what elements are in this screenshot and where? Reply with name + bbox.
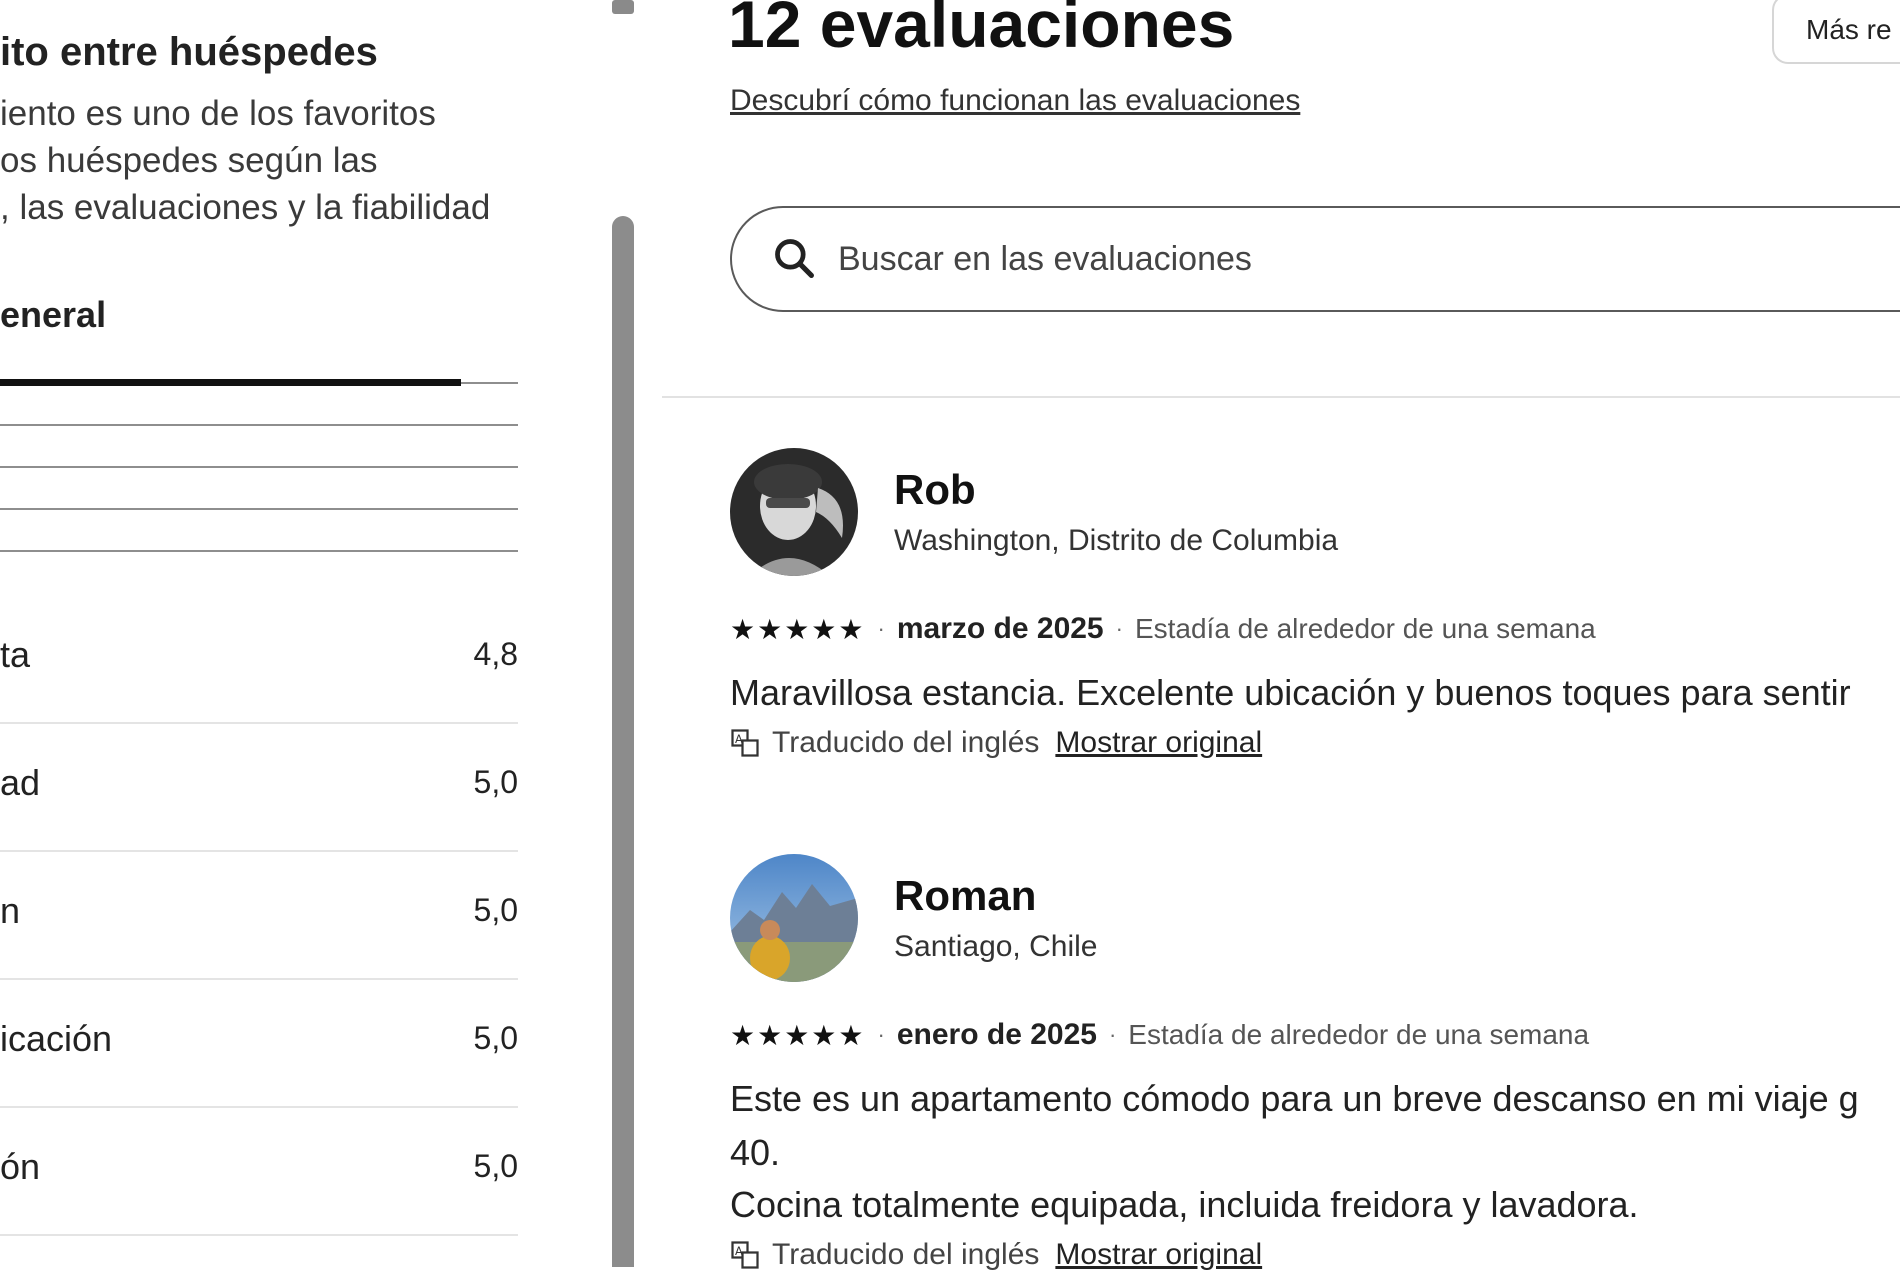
section-divider: [662, 396, 1900, 398]
reviews-count-title: 12 evaluaciones: [728, 0, 1235, 61]
category-score: 5,0: [473, 1020, 518, 1056]
ratings-panel: ito entre huéspedes iento es uno de los …: [0, 0, 560, 1267]
avatar-image: [730, 448, 858, 576]
category-row: icación 5,0: [0, 978, 518, 1108]
star-rating: ★★★★★: [730, 613, 866, 645]
avatar[interactable]: [730, 854, 858, 982]
category-score: 5,0: [473, 764, 518, 800]
category-score: 4,8: [473, 636, 518, 672]
scrollbar-top-cap[interactable]: [612, 0, 634, 14]
translation-note: A Traducido del inglés Mostrar original: [730, 726, 1262, 760]
search-icon: [775, 239, 814, 278]
star-rating: ★★★★★: [730, 1019, 866, 1051]
rating-bar-1: [0, 550, 518, 552]
review-text: 40.: [730, 1132, 781, 1173]
guest-favorite-description: iento es uno de los favoritos os huésped…: [0, 90, 520, 231]
review-text: Cocina totalmente equipada, incluida fre…: [730, 1184, 1639, 1225]
review-meta: ★★★★★ · marzo de 2025 · Estadía de alred…: [730, 612, 1596, 646]
category-row: n 5,0: [0, 850, 518, 980]
search-bar[interactable]: [730, 206, 1900, 312]
category-row: ta 4,8: [0, 594, 518, 724]
guest-favorite-desc-line: , las evaluaciones y la fiabilidad: [0, 188, 491, 227]
rating-distribution-title: eneral: [0, 294, 107, 335]
category-label: n: [0, 890, 21, 931]
rating-bar-4: [0, 424, 518, 426]
svg-text:A: A: [735, 733, 743, 746]
reviewer-name[interactable]: Rob: [894, 466, 976, 514]
stay-duration: Estadía de alrededor de una semana: [1128, 1019, 1590, 1050]
avatar[interactable]: [730, 448, 858, 576]
rating-bar-fill: [0, 379, 462, 386]
more-reviews-button[interactable]: Más re: [1772, 0, 1900, 64]
review-text: Maravillosa estancia. Excelente ubicació…: [730, 672, 1851, 713]
rating-bar-3: [0, 466, 518, 468]
translated-label: Traducido del inglés: [772, 726, 1040, 759]
category-row: ón 5,0: [0, 1106, 518, 1236]
svg-text:A: A: [735, 1245, 743, 1258]
reviewer-location: Santiago, Chile: [894, 930, 1098, 963]
separator-dot: ·: [877, 1022, 885, 1047]
review-meta: ★★★★★ · enero de 2025 · Estadía de alred…: [730, 1018, 1589, 1052]
reviewer-location: Washington, Distrito de Columbia: [894, 524, 1339, 557]
review-text: Este es un apartamento cómodo para un br…: [730, 1078, 1859, 1119]
search-input[interactable]: [836, 230, 1840, 288]
separator-dot: ·: [1108, 1022, 1117, 1047]
avatar-image: [730, 854, 858, 982]
guest-favorite-desc-line: iento es uno de los favoritos: [0, 94, 436, 133]
translate-icon: A: [731, 729, 759, 757]
rating-bar-2: [0, 508, 518, 510]
category-row: ad 5,0: [0, 722, 518, 852]
review-date: enero de 2025: [896, 1018, 1097, 1051]
translate-icon: A: [731, 1241, 759, 1269]
show-original-link[interactable]: Mostrar original: [1055, 726, 1262, 760]
category-score: 5,0: [473, 892, 518, 928]
category-label: ad: [0, 762, 41, 803]
category-label: ta: [0, 634, 31, 675]
reviewer-name[interactable]: Roman: [894, 872, 1036, 920]
stay-duration: Estadía de alrededor de una semana: [1134, 613, 1596, 644]
guest-favorite-desc-line: os huéspedes según las: [0, 141, 378, 180]
separator-dot: ·: [877, 616, 885, 641]
category-label: ón: [0, 1146, 41, 1187]
scrollbar-thumb[interactable]: [612, 216, 634, 1267]
separator-dot: ·: [1115, 616, 1123, 641]
category-label: icación: [0, 1018, 113, 1059]
how-reviews-work-link[interactable]: Descubrí cómo funcionan las evaluaciones: [730, 84, 1300, 118]
rating-bar-5: [0, 379, 518, 386]
guest-favorite-title: ito entre huéspedes: [0, 30, 378, 74]
review-date: marzo de 2025: [896, 612, 1104, 645]
category-score: 5,0: [473, 1148, 518, 1184]
